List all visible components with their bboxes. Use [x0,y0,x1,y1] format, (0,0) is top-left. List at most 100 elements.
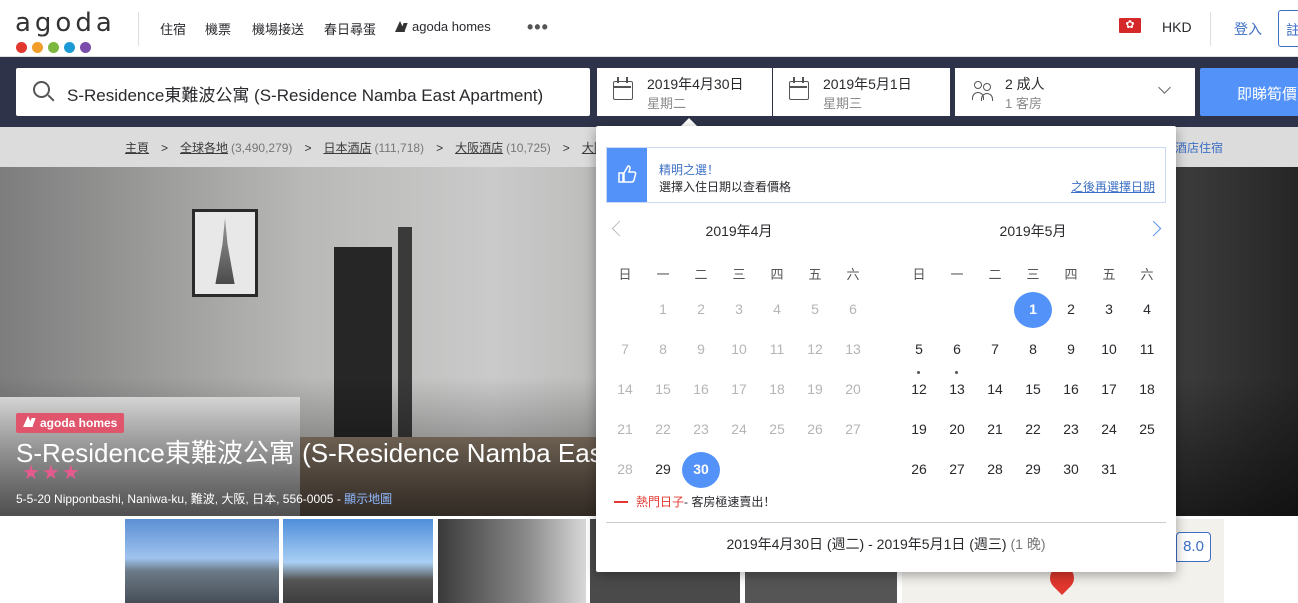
breadcrumb-link[interactable]: 全球各地 [180,139,228,156]
photo-thumbnail[interactable] [125,519,279,603]
choose-dates-later-link[interactable]: 之後再選擇日期 [1071,178,1155,195]
login-link[interactable]: 登入 [1234,19,1262,39]
breadcrumb-separator: > [562,140,570,155]
calendar-day[interactable]: 28 [976,454,1014,484]
calendar-day[interactable]: 3 [1090,294,1128,324]
calendar-day-selected[interactable]: 1 [1014,292,1052,328]
breadcrumb-link[interactable]: 主頁 [125,139,149,156]
calendar-day[interactable]: 26 [900,454,938,484]
search-input[interactable]: S-Residence東難波公寓 (S-Residence Namba East… [16,68,590,116]
logo-dot-purple [80,42,91,53]
breadcrumb-item-japan[interactable]: 日本酒店 (111,718) > [323,139,455,156]
breadcrumb-link[interactable]: 日本酒店 [323,139,371,156]
calendar-day: 6 [849,301,857,317]
hot-dates-label: 熱門日子 [636,495,685,509]
hong-kong-flag-icon[interactable]: ✿ [1119,18,1141,33]
calendar-day: 10 [731,341,747,357]
agoda-logo[interactable]: agoda [14,8,112,53]
breadcrumb-separator: > [304,140,312,155]
calendar-day[interactable]: 17 [1090,374,1128,404]
calendar-day[interactable]: 5 [900,334,938,364]
calendar-day[interactable]: 21 [976,414,1014,444]
previous-month-chevron-icon[interactable] [611,220,628,237]
calendar-day[interactable]: 18 [1128,374,1166,404]
nav-link-airport-transfer[interactable]: 機場接送 [252,19,304,38]
guests-selector[interactable]: 2 成人 1 客房 [955,68,1195,116]
logo-dots [16,42,91,53]
checkout-weekday: 星期三 [823,96,863,111]
calendar-day[interactable]: 16 [1052,374,1090,404]
calendar-day[interactable]: 15 [1014,374,1052,404]
calendar-day[interactable]: 29 [644,454,682,484]
top-navigation: agoda 住宿 機票 機場接送 春日尋蛋 agoda homes ••• ✿ … [0,0,1298,57]
calendar-day: 12 [807,341,823,357]
agoda-homes-icon [395,21,408,32]
calendar-day[interactable]: 19 [900,414,938,444]
nav-link-easter-deals[interactable]: 春日尋蛋 [324,19,376,38]
calendar-day: 14 [617,381,633,397]
calendar-day-selected[interactable]: 30 [682,452,720,488]
smart-choice-tip: 精明之選！ 選擇入住日期以查看價格 之後再選擇日期 [606,147,1166,203]
calendar-day: 25 [769,421,785,437]
calendar-day[interactable]: 8 [1014,334,1052,364]
calendar-day[interactable]: 11 [1128,334,1166,364]
breadcrumb-item-osaka-hotels[interactable]: 大阪酒店 (10,725) > [455,139,582,156]
stay-date-range: 2019年4月30日 (週二) - 2019年5月1日 (週三) [726,536,1007,552]
currency-selector[interactable]: HKD [1162,19,1192,35]
calendar-day: 23 [693,421,709,437]
nav-link-flights[interactable]: 機票 [205,19,231,38]
calendar-day[interactable]: 23 [1052,414,1090,444]
nav-link-accommodation[interactable]: 住宿 [160,19,186,38]
weekday-header: 六 [1140,267,1154,282]
logo-dot-red [16,42,27,53]
calendar-day[interactable]: 7 [976,334,1014,364]
next-month-chevron-icon[interactable] [1145,220,1162,237]
photo-thumbnail[interactable] [438,519,586,603]
calendar-checkout-icon [789,77,809,100]
photo-thumbnail[interactable] [283,519,433,603]
calendar-day: 8 [659,341,667,357]
signup-button[interactable]: 註 [1278,10,1298,47]
agoda-homes-icon [23,416,36,427]
calendar-day[interactable]: 13 [938,371,976,404]
breadcrumb-count: (10,725) [506,140,551,155]
calendar-day[interactable]: 22 [1014,414,1052,444]
calendar-day[interactable]: 20 [938,414,976,444]
calendar-day[interactable]: 12 [900,371,938,404]
show-map-link[interactable]: 顯示地圖 [344,492,392,506]
more-menu-icon[interactable]: ••• [527,18,549,36]
calendar-day[interactable]: 6 [938,334,976,364]
calendar-day[interactable]: 31 [1090,454,1128,484]
breadcrumb-item-home[interactable]: 主頁 > [125,139,180,156]
breadcrumb-trail: 主頁 > 全球各地 (3,490,279) > 日本酒店 (111,718) >… [125,139,606,156]
calendar-day[interactable]: 27 [938,454,976,484]
checkout-date: 2019年5月1日 [823,76,912,92]
calendar-day[interactable]: 30 [1052,454,1090,484]
search-button[interactable]: 即睇筍價 [1200,68,1298,116]
calendar-day[interactable]: 14 [976,374,1014,404]
breadcrumb-count: (111,718) [374,140,425,155]
breadcrumb-link[interactable]: 大阪酒店 [455,139,503,156]
calendar-day[interactable]: 10 [1090,334,1128,364]
calendar-day[interactable]: 29 [1014,454,1052,484]
calendar-day[interactable]: 9 [1052,334,1090,364]
calendar-day: 27 [845,421,861,437]
weekday-header: 三 [732,267,746,282]
star-rating: ★★★ [22,462,82,484]
weekday-header: 二 [694,267,708,282]
checkout-date-field[interactable]: 2019年5月1日 星期三 [773,68,950,116]
calendar-day[interactable]: 24 [1090,414,1128,444]
breadcrumb-item-worldwide[interactable]: 全球各地 (3,490,279) > [180,139,323,156]
breadcrumb-hotel-stays-link[interactable]: 酒店住宿 [1175,139,1223,156]
checkin-date-field[interactable]: 2019年4月30日 星期二 [597,68,772,116]
hotel-address-line: 5-5-20 Nipponbashi, Naniwa-ku, 難波, 大阪, 日… [16,490,392,507]
search-icon [33,81,50,98]
nav-link-agoda-homes[interactable]: agoda homes [395,19,491,34]
review-score-badge[interactable]: 8.0 [1176,532,1211,562]
calendar-day[interactable]: 2 [1052,294,1090,324]
weekday-header: 一 [656,267,670,282]
stay-summary: 2019年4月30日 (週二) - 2019年5月1日 (週三) (1 晚) [596,534,1176,554]
calendar-day[interactable]: 25 [1128,414,1166,444]
calendar-day: 13 [845,341,861,357]
calendar-day[interactable]: 4 [1128,294,1166,324]
